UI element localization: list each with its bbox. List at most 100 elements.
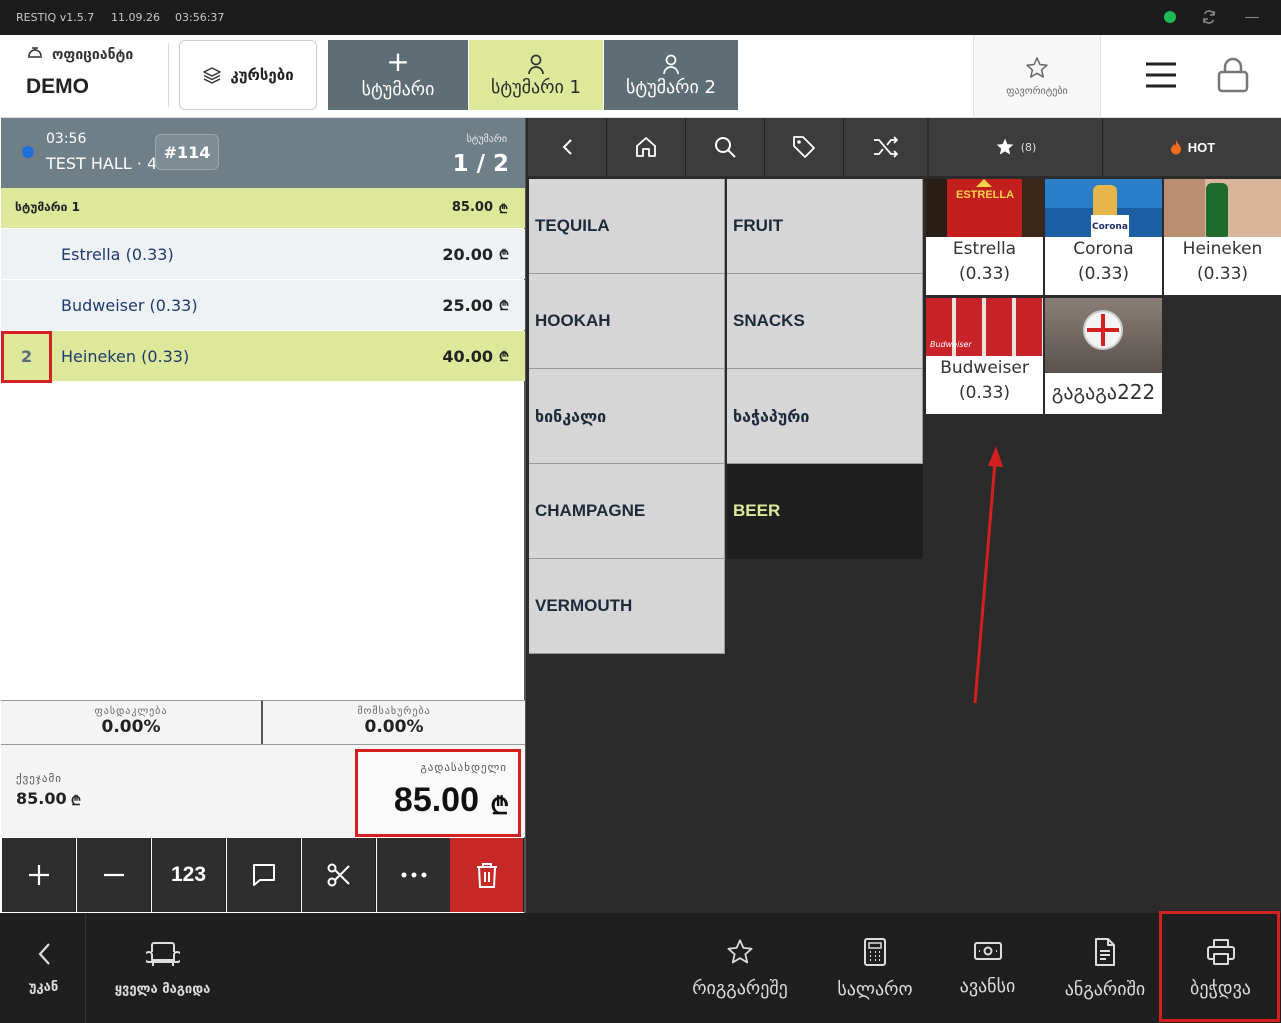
category-tile[interactable]: SNACKS <box>727 274 923 369</box>
product-tile[interactable]: გაგაგა222 <box>1045 298 1162 414</box>
order-number[interactable]: #114 <box>155 134 219 170</box>
order-time: 03:56 <box>46 131 87 147</box>
star-icon <box>726 938 754 966</box>
scissors-icon <box>326 862 352 888</box>
hall-table: TEST HALL · 4 <box>46 154 158 173</box>
calculator-icon <box>863 937 887 967</box>
category-tile[interactable]: VERMOUTH <box>529 559 725 654</box>
star-icon <box>995 137 1015 157</box>
user-name: DEMO <box>26 75 89 98</box>
product-tile[interactable]: Budweiser Budweiser (0.33) <box>926 298 1043 414</box>
category-tile[interactable]: CHAMPAGNE <box>529 464 725 559</box>
favorites-button[interactable]: ფავორიტები <box>973 35 1101 117</box>
product-name: გაგაგა222 <box>1051 380 1156 404</box>
category-tile[interactable]: ხინკალი <box>529 369 725 464</box>
system-date: 11.09.26 <box>111 11 160 24</box>
item-name: Heineken (0.33) <box>61 346 190 366</box>
product-name: Heineken <box>1182 239 1263 259</box>
product-image-heineken <box>1164 179 1281 237</box>
cash-icon <box>973 940 1003 962</box>
order-status-dot <box>22 146 34 158</box>
service-cell[interactable]: მომსახურება 0.00% <box>263 701 525 744</box>
layers-icon <box>202 65 222 85</box>
minimize-button[interactable] <box>1245 17 1259 18</box>
connection-status-icon <box>1164 11 1176 23</box>
favorites-filter[interactable]: (8) <box>929 118 1103 176</box>
all-tables-button[interactable]: ყველა მაგიდა <box>100 913 225 1023</box>
highlight-box <box>355 749 521 837</box>
order-item[interactable]: Estrella (0.33) 20.00 ₾ <box>1 229 525 279</box>
category-tile[interactable]: FRUIT <box>727 179 923 274</box>
plus-icon: + <box>386 44 410 78</box>
system-time: 03:56:37 <box>175 11 225 24</box>
budweiser-label-text: Budweiser <box>930 340 972 349</box>
currency-icon: ₾ <box>498 299 509 314</box>
add-guest-label: სტუმარი <box>361 78 435 100</box>
home-icon <box>634 135 658 159</box>
split-button[interactable] <box>302 838 376 912</box>
item-price: 40.00 <box>442 346 493 366</box>
fire-icon <box>1170 139 1182 155</box>
guest-2-label: სტუმარი 2 <box>626 76 716 98</box>
chevron-left-icon <box>37 942 51 966</box>
product-name: Corona <box>1073 239 1134 259</box>
order-item[interactable]: Budweiser (0.33) 25.00 ₾ <box>1 280 525 330</box>
category-tile-active[interactable]: BEER <box>727 464 923 559</box>
category-tile[interactable]: ხაჭაპური <box>727 369 923 464</box>
menu-icon[interactable] <box>1145 62 1177 88</box>
numpad-button[interactable]: 123 <box>152 838 226 912</box>
totals-row: ფასდაკლება 0.00% მომსახურება 0.00% <box>1 700 525 745</box>
increase-button[interactable] <box>2 838 76 912</box>
guest-caption: სტუმარი <box>466 134 507 145</box>
courses-label: კურსები <box>230 66 294 84</box>
product-size: (0.33) <box>958 383 1011 403</box>
courses-button[interactable]: კურსები <box>179 40 317 110</box>
product-image-estrella: ESTRELLA <box>926 179 1043 237</box>
product-tile[interactable]: ESTRELLA Estrella (0.33) <box>926 179 1043 295</box>
cashier-button[interactable]: სალარო <box>825 913 925 1023</box>
comment-button[interactable] <box>227 838 301 912</box>
shuffle-button[interactable] <box>844 118 927 176</box>
waiter-icon <box>26 45 44 61</box>
delete-button[interactable] <box>450 838 524 912</box>
category-tile[interactable]: TEQUILA <box>529 179 725 274</box>
header-bar: ოფიციანტი DEMO კურსები + სტუმარი სტუმარი… <box>0 35 1281 118</box>
corona-label-text: Corona <box>1091 215 1129 240</box>
product-image-corona: Corona <box>1045 179 1162 240</box>
guest-count: 1 / 2 <box>452 151 509 177</box>
tag-button[interactable] <box>765 118 844 176</box>
currency-icon: ₾ <box>71 794 82 809</box>
product-tile[interactable]: Corona Corona (0.33) <box>1045 179 1162 295</box>
lock-icon[interactable] <box>1217 57 1249 93</box>
currency-icon: ₾ <box>498 350 509 365</box>
queue-button[interactable]: რიგგარეშე <box>680 913 800 1023</box>
guest-group-header[interactable]: სტუმარი 1 85.00 ₾ <box>1 188 525 228</box>
invoice-button[interactable]: ანგარიში <box>1050 913 1160 1023</box>
more-button[interactable] <box>377 838 451 912</box>
order-item[interactable]: 2 Heineken (0.33) 40.00 ₾ <box>1 331 525 381</box>
home-button[interactable] <box>607 118 686 176</box>
search-button[interactable] <box>686 118 765 176</box>
title-bar: RESTIQ v1.5.7 11.09.26 03:56:37 <box>0 0 1281 35</box>
cashier-label: სალარო <box>837 978 913 1000</box>
sync-icon[interactable] <box>1201 9 1217 25</box>
product-image-georgia-flag <box>1045 298 1162 373</box>
discount-cell[interactable]: ფასდაკლება 0.00% <box>1 701 263 744</box>
back-button[interactable]: უკან <box>2 913 86 1023</box>
product-tile[interactable]: Heineken (0.33) <box>1164 179 1281 295</box>
service-label: მომსახურება <box>357 706 431 717</box>
category-tile[interactable]: HOOKAH <box>529 274 725 369</box>
highlight-box <box>1 331 52 383</box>
favorites-label: ფავორიტები <box>1006 85 1068 97</box>
person-icon <box>662 53 680 75</box>
tab-guest-2[interactable]: სტუმარი 2 <box>604 40 738 110</box>
trash-icon <box>475 861 499 889</box>
advance-button[interactable]: ავანსი <box>945 913 1030 1023</box>
item-name: Budweiser (0.33) <box>61 295 198 315</box>
tab-guest-1[interactable]: სტუმარი 1 <box>469 40 603 110</box>
add-guest-button[interactable]: + სტუმარი <box>328 40 468 110</box>
decrease-button[interactable] <box>77 838 151 912</box>
back-category-button[interactable] <box>528 118 607 176</box>
product-size: (0.33) <box>958 264 1011 284</box>
hot-filter[interactable]: HOT <box>1104 118 1281 176</box>
